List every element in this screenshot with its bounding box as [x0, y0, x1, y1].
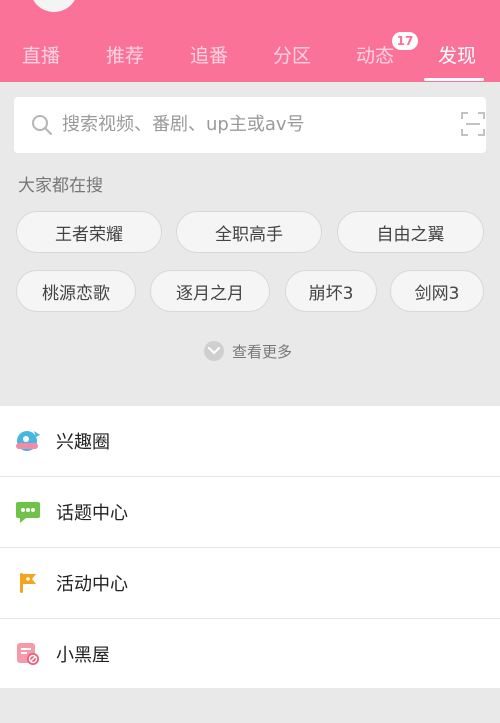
- show-more-label: 查看更多: [232, 342, 293, 361]
- topic-center-icon: [14, 498, 42, 526]
- tab-discover[interactable]: 发现: [424, 38, 490, 70]
- list-item-topic-center[interactable]: 话题中心: [0, 477, 500, 547]
- active-tab-indicator: [424, 78, 484, 81]
- tab-categories[interactable]: 分区: [259, 38, 325, 70]
- top-tabs: 直播 推荐 追番 分区 动态 发现: [0, 38, 500, 81]
- tab-recommend[interactable]: 推荐: [92, 38, 158, 70]
- interest-circle-icon: [14, 427, 42, 455]
- list-item-label: 兴趣圈: [56, 432, 110, 453]
- show-more-button[interactable]: 查看更多: [204, 339, 292, 363]
- avatar[interactable]: [30, 0, 78, 12]
- hot-search-chip[interactable]: 王者荣耀: [16, 211, 162, 253]
- hot-search-chip[interactable]: 逐月之月: [150, 270, 270, 312]
- hot-search-chip[interactable]: 桃源恋歌: [16, 270, 136, 312]
- dynamic-badge: 17: [392, 32, 418, 50]
- hot-search-chip[interactable]: 剑网3: [390, 270, 484, 312]
- scan-icon[interactable]: [460, 111, 486, 137]
- search-icon: [30, 113, 54, 137]
- list-item-label: 话题中心: [56, 503, 128, 524]
- hot-search-chip[interactable]: 全职高手: [176, 211, 322, 253]
- hot-search-label: 大家都在搜: [18, 176, 103, 196]
- discover-list: 兴趣圈 话题中心 活动中心 小黑屋: [0, 406, 500, 688]
- list-item-label: 活动中心: [56, 574, 128, 595]
- hot-search-chip[interactable]: 自由之翼: [337, 211, 484, 253]
- tab-live[interactable]: 直播: [8, 38, 74, 70]
- search-input[interactable]: 搜索视频、番剧、up主或av号: [14, 97, 486, 153]
- list-item-activity-center[interactable]: 活动中心: [0, 548, 500, 618]
- top-header: 直播 推荐 追番 分区 动态 发现 17: [0, 0, 500, 82]
- activity-center-icon: [14, 569, 42, 597]
- list-item-interest-circle[interactable]: 兴趣圈: [0, 406, 500, 476]
- list-item-blackroom[interactable]: 小黑屋: [0, 619, 500, 689]
- tab-follow-anime[interactable]: 追番: [176, 38, 242, 70]
- chevron-down-icon: [204, 341, 224, 361]
- hot-search-chip[interactable]: 崩坏3: [285, 270, 377, 312]
- list-item-label: 小黑屋: [56, 645, 110, 666]
- search-placeholder: 搜索视频、番剧、up主或av号: [62, 114, 305, 135]
- blackroom-icon: [14, 640, 42, 668]
